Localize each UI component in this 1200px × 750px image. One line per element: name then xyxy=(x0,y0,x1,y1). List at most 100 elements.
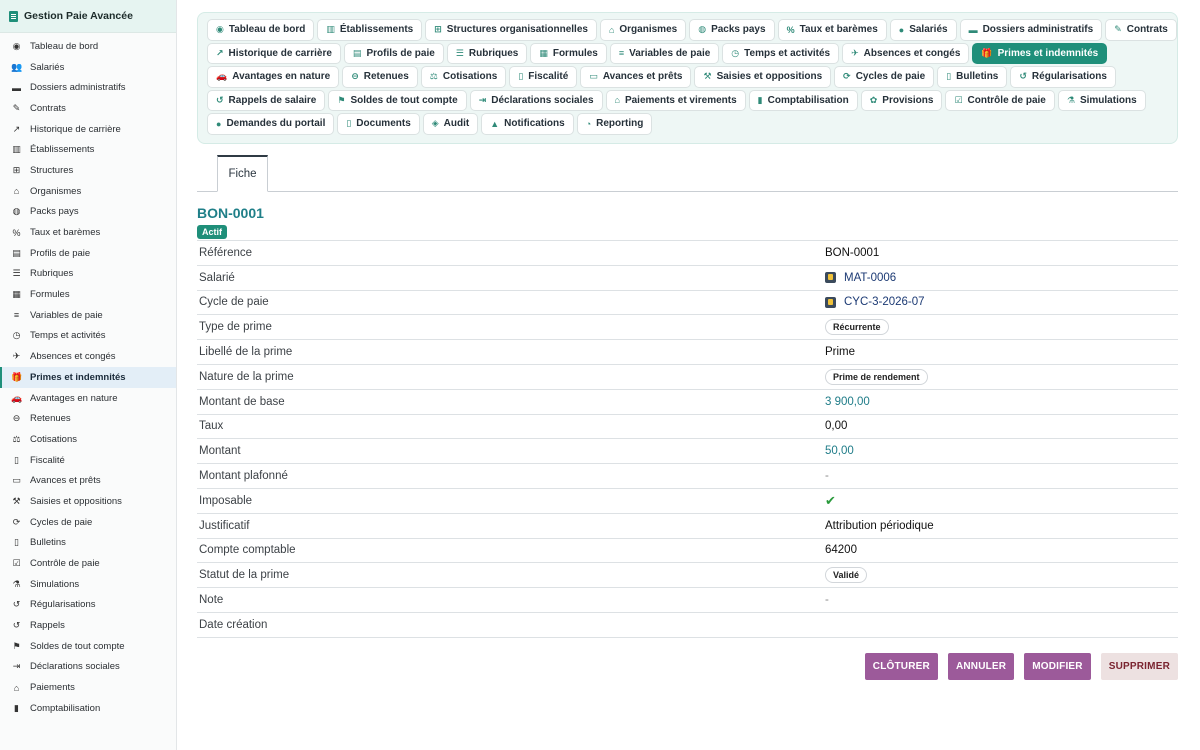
modifier-button[interactable]: MODIFIER xyxy=(1024,653,1091,680)
sidebar-item-5[interactable]: ▥ Établissements xyxy=(0,139,176,160)
nav-pill[interactable]: ▤ Profils de paie xyxy=(343,42,444,64)
sidebar-item-0[interactable]: ◉ Tableau de bord xyxy=(0,36,176,57)
sidebar-item-15[interactable]: ✈ Absences et congés xyxy=(0,346,176,367)
nav-pill[interactable]: ☰ Rubriques xyxy=(446,42,528,64)
sidebar-item-14[interactable]: ◷ Temps et activités xyxy=(0,326,176,347)
nav-pill[interactable]: ≡ Variables de paie xyxy=(609,42,720,64)
nav-pill[interactable]: ▭ Avances et prêts xyxy=(580,66,692,88)
nav-pill[interactable]: ↺ Rappels de salaire xyxy=(207,89,326,111)
annuler-button[interactable]: ANNULER xyxy=(947,653,1015,680)
sidebar-item-28[interactable]: ↺ Rappels xyxy=(0,615,176,636)
chart-line-icon: ↗ xyxy=(12,123,21,134)
calculator-icon: ▦ xyxy=(12,289,21,300)
field-label: Justificatif xyxy=(199,519,250,532)
nav-pill[interactable]: ▯ Bulletins xyxy=(937,66,1008,88)
nav-pill[interactable]: ⌂ Paiements et virements xyxy=(605,89,746,111)
sidebar-item-3[interactable]: ✎ Contrats xyxy=(0,98,176,119)
field-row-type: Type de prime Récurrente xyxy=(197,315,1178,341)
nav-pill[interactable]: ● Demandes du portail xyxy=(207,113,335,135)
sidebar-item-22[interactable]: ⚒ Saisies et oppositions xyxy=(0,491,176,512)
field-value-statut: Validé xyxy=(825,567,868,584)
sidebar-item-20[interactable]: ▯ Fiscalité xyxy=(0,450,176,471)
nav-pill[interactable]: ▲ Notifications xyxy=(481,113,574,135)
sidebar-item-13[interactable]: ≡ Variables de paie xyxy=(0,305,176,326)
field-value-salarie[interactable]: MAT-0006 xyxy=(825,272,896,284)
sidebar-item-31[interactable]: ⌂ Paiements xyxy=(0,677,176,698)
link-text[interactable]: CYC-3-2026-07 xyxy=(844,296,925,308)
nav-pill[interactable]: ▯ Documents xyxy=(337,113,420,135)
nav-pill[interactable]: ⇥ Déclarations sociales xyxy=(469,89,603,111)
sidebar-item-17[interactable]: 🚗 Avantages en nature xyxy=(0,388,176,409)
sidebar-item-19[interactable]: ⚖ Cotisations xyxy=(0,429,176,450)
nav-pill[interactable]: ◈ Audit xyxy=(422,113,479,135)
sidebar-item-24[interactable]: ▯ Bulletins xyxy=(0,533,176,554)
nav-pill[interactable]: ⚗ Simulations xyxy=(1057,89,1146,111)
sidebar-item-23[interactable]: ⟳ Cycles de paie xyxy=(0,512,176,533)
nav-pill[interactable]: ⚖ Cotisations xyxy=(420,66,507,88)
sidebar-item-11[interactable]: ☰ Rubriques xyxy=(0,264,176,285)
nav-pill[interactable]: ▦ Formules xyxy=(530,42,607,64)
check-icon: ✔ xyxy=(825,492,836,508)
user-icon: ● xyxy=(898,24,905,35)
cloturer-button[interactable]: CLÔTURER xyxy=(864,653,938,680)
nav-pill-label: Simulations xyxy=(1079,94,1137,106)
sidebar-item-2[interactable]: ▬ Dossiers administratifs xyxy=(0,77,176,98)
nav-pill[interactable]: ⌂ Organismes xyxy=(599,19,687,41)
nav-pill[interactable]: ◷ Temps et activités xyxy=(722,42,840,64)
sidebar-item-4[interactable]: ↗ Historique de carrière xyxy=(0,119,176,140)
sidebar-item-1[interactable]: 👥 Salariés xyxy=(0,57,176,78)
sidebar-header[interactable]: Gestion Paie Avancée xyxy=(0,0,176,33)
nav-pill[interactable]: ◉ Tableau de bord xyxy=(207,19,315,41)
sidebar-item-12[interactable]: ▦ Formules xyxy=(0,284,176,305)
piggy-bank-icon: ✿ xyxy=(869,94,878,105)
nav-pill[interactable]: 🎁 Primes et indemnités xyxy=(972,42,1108,64)
sidebar-item-7[interactable]: ⌂ Organismes xyxy=(0,181,176,202)
field-value-cycle[interactable]: CYC-3-2026-07 xyxy=(825,296,925,308)
nav-pill[interactable]: ☑ Contrôle de paie xyxy=(945,89,1055,111)
nav-pill[interactable]: ⊖ Retenues xyxy=(342,66,418,88)
nav-pill[interactable]: ↗ Historique de carrière xyxy=(207,42,341,64)
nav-pill[interactable]: ⊞ Structures organisationnelles xyxy=(425,19,597,41)
field-row-date: Date création xyxy=(197,613,1178,638)
sliders-icon: ≡ xyxy=(13,310,20,321)
sidebar-item-25[interactable]: ☑ Contrôle de paie xyxy=(0,553,176,574)
nav-pill[interactable]: ▥ Établissements xyxy=(317,19,423,41)
id-card-icon: ▤ xyxy=(352,47,362,58)
sidebar-item-16[interactable]: 🎁 Primes et indemnités xyxy=(0,367,176,388)
value-chip: Validé xyxy=(825,567,868,584)
nav-pill[interactable]: ▬ Dossiers administratifs xyxy=(959,19,1103,41)
nav-pill[interactable]: ⚒ Saisies et oppositions xyxy=(694,66,832,88)
nav-pill[interactable]: ▮ Comptabilisation xyxy=(748,89,858,111)
sidebar-item-26[interactable]: ⚗ Simulations xyxy=(0,574,176,595)
nav-pill-label: Taux et barèmes xyxy=(799,24,878,36)
supprimer-button[interactable]: SUPPRIMER xyxy=(1100,653,1178,680)
link-text[interactable]: MAT-0006 xyxy=(844,272,896,284)
sidebar-item-10[interactable]: ▤ Profils de paie xyxy=(0,243,176,264)
nav-pill[interactable]: ● Salariés xyxy=(889,19,957,41)
sidebar-item-29[interactable]: ⚑ Soldes de tout compte xyxy=(0,636,176,657)
nav-pill[interactable]: ✿ Provisions xyxy=(860,89,943,111)
money-bill-icon: ▭ xyxy=(12,475,21,486)
sidebar-item-9[interactable]: % Taux et barèmes xyxy=(0,222,176,243)
nav-pill[interactable]: ▯ Fiscalité xyxy=(509,66,578,88)
nav-pill[interactable]: ⟳ Cycles de paie xyxy=(834,66,935,88)
sidebar-item-8[interactable]: ◍ Packs pays xyxy=(0,202,176,223)
nav-pill[interactable]: ◔ Reporting xyxy=(576,113,653,135)
sidebar-item-30[interactable]: ⇥ Déclarations sociales xyxy=(0,657,176,678)
sidebar-item-21[interactable]: ▭ Avances et prêts xyxy=(0,470,176,491)
tab-fiche[interactable]: Fiche xyxy=(217,155,268,192)
nav-pill[interactable]: ✈ Absences et congés xyxy=(842,42,970,64)
nav-pill[interactable]: ↺ Régularisations xyxy=(1010,66,1116,88)
sidebar-item-6[interactable]: ⊞ Structures xyxy=(0,160,176,181)
nav-pill[interactable]: 🚗 Avantages en nature xyxy=(207,66,340,88)
sidebar-item-18[interactable]: ⊖ Retenues xyxy=(0,408,176,429)
nav-pill[interactable]: ◍ Packs pays xyxy=(689,19,775,41)
field-row-montant: Montant 50,00 xyxy=(197,439,1178,465)
nav-pill[interactable]: ⚑ Soldes de tout compte xyxy=(328,89,467,111)
sidebar-item-32[interactable]: ▮ Comptabilisation xyxy=(0,698,176,719)
field-value-compte: 64200 xyxy=(825,544,857,557)
nav-pill[interactable]: % Taux et barèmes xyxy=(777,19,887,41)
sidebar-item-27[interactable]: ↺ Régularisations xyxy=(0,595,176,616)
users-icon: 👥 xyxy=(11,61,23,72)
nav-pill[interactable]: ✎ Contrats xyxy=(1105,19,1177,41)
